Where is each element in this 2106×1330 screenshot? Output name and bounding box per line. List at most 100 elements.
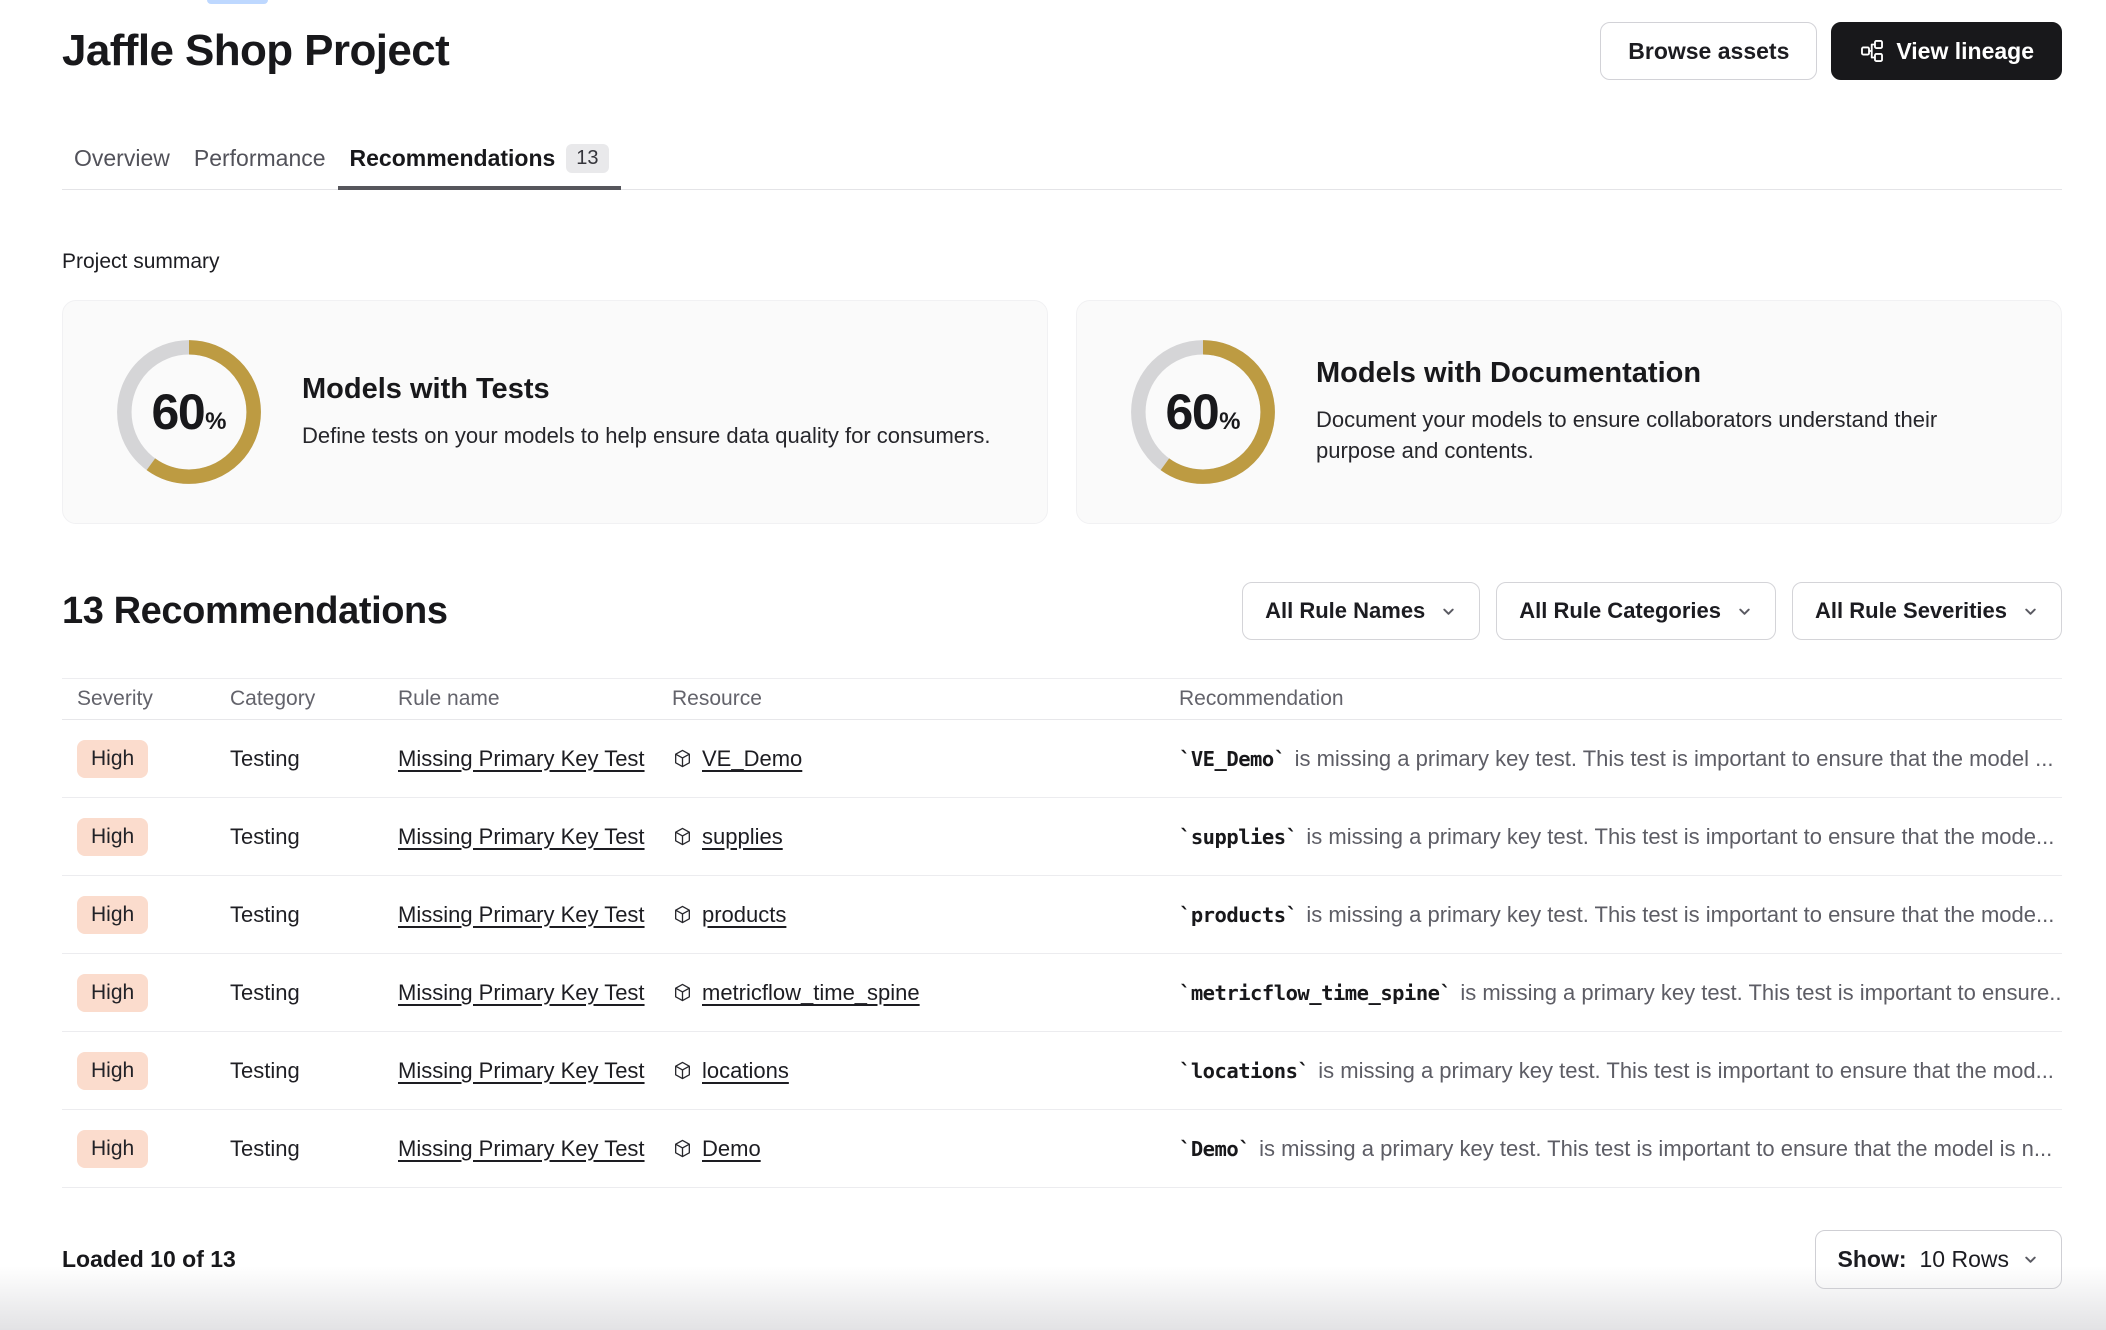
recommendation-cell: `locations` is missing a primary key test… xyxy=(1179,1058,2062,1084)
table-row: High Testing Missing Primary Key Test me… xyxy=(62,954,2062,1032)
severity-badge: High xyxy=(77,1130,148,1168)
chevron-down-icon xyxy=(1440,603,1457,620)
recommendation-text: is missing a primary key test. This test… xyxy=(1460,980,2062,1005)
tests-card-description: Define tests on your models to help ensu… xyxy=(302,421,990,452)
view-lineage-label: View lineage xyxy=(1896,38,2034,65)
tests-percent-suffix: % xyxy=(205,408,226,436)
rule-severities-filter-dropdown[interactable]: All Rule Severities xyxy=(1792,582,2062,640)
tab-performance-label: Performance xyxy=(194,145,326,172)
rule-name-link[interactable]: Missing Primary Key Test xyxy=(398,746,645,771)
model-cube-icon xyxy=(672,982,693,1003)
category-cell: Testing xyxy=(230,824,398,850)
recommendation-text: is missing a primary key test. This test… xyxy=(1295,746,2054,771)
category-cell: Testing xyxy=(230,902,398,928)
tab-overview[interactable]: Overview xyxy=(62,132,182,189)
top-edge-fragment xyxy=(207,0,268,4)
recommendation-cell: `VE_Demo` is missing a primary key test. … xyxy=(1179,746,2062,772)
documentation-percent-suffix: % xyxy=(1219,408,1240,436)
severity-badge: High xyxy=(77,974,148,1012)
rule-names-filter-dropdown[interactable]: All Rule Names xyxy=(1242,582,1480,640)
filter-bar: All Rule Names All Rule Categories All R… xyxy=(1242,582,2062,640)
resource-link[interactable]: supplies xyxy=(702,824,783,850)
recommendations-header: 13 Recommendations All Rule Names All Ru… xyxy=(62,582,2062,640)
recommendation-code: `products` xyxy=(1179,903,1297,927)
rows-per-page-dropdown[interactable]: Show: 10 Rows xyxy=(1815,1230,2062,1289)
recommendation-cell: `metricflow_time_spine` is missing a prim… xyxy=(1179,980,2062,1006)
browse-assets-button[interactable]: Browse assets xyxy=(1600,22,1817,80)
recommendation-code: `locations` xyxy=(1179,1059,1309,1083)
table-row: High Testing Missing Primary Key Test De… xyxy=(62,1110,2062,1188)
resource-link[interactable]: Demo xyxy=(702,1136,761,1162)
project-page: Jaffle Shop Project Browse assets View xyxy=(0,0,2106,1330)
recommendation-text: is missing a primary key test. This test… xyxy=(1318,1058,2054,1083)
table-row: High Testing Missing Primary Key Test pr… xyxy=(62,876,2062,954)
recommendation-cell: `products` is missing a primary key test.… xyxy=(1179,902,2062,928)
rule-names-filter-label: All Rule Names xyxy=(1265,598,1425,624)
documentation-percent-value: 60 xyxy=(1166,383,1219,441)
model-cube-icon xyxy=(672,826,693,847)
rule-severities-filter-label: All Rule Severities xyxy=(1815,598,2007,624)
model-cube-icon xyxy=(672,904,693,925)
severity-badge: High xyxy=(77,740,148,778)
recommendation-code: `supplies` xyxy=(1179,825,1297,849)
severity-badge: High xyxy=(77,1052,148,1090)
column-header-category: Category xyxy=(230,687,398,711)
loaded-status: Loaded 10 of 13 xyxy=(62,1246,236,1273)
recommendations-table: Severity Category Rule name Resource Rec… xyxy=(62,678,2062,1188)
chevron-down-icon xyxy=(2022,603,2039,620)
table-row: High Testing Missing Primary Key Test su… xyxy=(62,798,2062,876)
resource-link[interactable]: VE_Demo xyxy=(702,746,802,772)
tab-performance[interactable]: Performance xyxy=(182,132,338,189)
tab-recommendations-label: Recommendations xyxy=(350,145,556,172)
recommendation-code: `VE_Demo` xyxy=(1179,747,1286,771)
chevron-down-icon xyxy=(1736,603,1753,620)
resource-link[interactable]: products xyxy=(702,902,786,928)
tests-donut-chart: 60 % xyxy=(112,335,266,489)
tab-bar: Overview Performance Recommendations 13 xyxy=(62,132,2062,190)
models-with-tests-card: 60 % Models with Tests Define tests on y… xyxy=(62,300,1048,524)
recommendation-code: `Demo` xyxy=(1179,1137,1250,1161)
rule-name-link[interactable]: Missing Primary Key Test xyxy=(398,980,645,1005)
page-header: Jaffle Shop Project Browse assets View xyxy=(62,0,2062,80)
rule-categories-filter-label: All Rule Categories xyxy=(1519,598,1721,624)
recommendation-text: is missing a primary key test. This test… xyxy=(1259,1136,2052,1161)
lineage-icon xyxy=(1859,38,1885,64)
category-cell: Testing xyxy=(230,980,398,1006)
rule-name-link[interactable]: Missing Primary Key Test xyxy=(398,902,645,927)
documentation-donut-chart: 60 % xyxy=(1126,335,1280,489)
project-summary-label: Project summary xyxy=(62,250,2062,274)
view-lineage-button[interactable]: View lineage xyxy=(1831,22,2062,80)
table-row: High Testing Missing Primary Key Test VE… xyxy=(62,720,2062,798)
models-with-documentation-card: 60 % Models with Documentation Document … xyxy=(1076,300,2062,524)
browse-assets-label: Browse assets xyxy=(1628,38,1789,65)
documentation-card-title: Models with Documentation xyxy=(1316,357,2021,390)
rule-name-link[interactable]: Missing Primary Key Test xyxy=(398,824,645,849)
model-cube-icon xyxy=(672,1060,693,1081)
category-cell: Testing xyxy=(230,746,398,772)
column-header-recommendation: Recommendation xyxy=(1179,687,2062,711)
recommendations-count-badge: 13 xyxy=(566,144,608,173)
column-header-resource: Resource xyxy=(672,687,1179,711)
show-value: 10 Rows xyxy=(1920,1246,2009,1273)
rule-name-link[interactable]: Missing Primary Key Test xyxy=(398,1136,645,1161)
resource-link[interactable]: locations xyxy=(702,1058,789,1084)
recommendation-cell: `Demo` is missing a primary key test. Thi… xyxy=(1179,1136,2062,1162)
recommendation-text: is missing a primary key test. This test… xyxy=(1306,902,2054,927)
resource-link[interactable]: metricflow_time_spine xyxy=(702,980,920,1006)
page-title: Jaffle Shop Project xyxy=(62,22,449,80)
severity-badge: High xyxy=(77,896,148,934)
recommendation-cell: `supplies` is missing a primary key test.… xyxy=(1179,824,2062,850)
tests-percent-value: 60 xyxy=(152,383,205,441)
table-row: High Testing Missing Primary Key Test lo… xyxy=(62,1032,2062,1110)
column-header-rule-name: Rule name xyxy=(398,687,672,711)
header-actions: Browse assets View lineage xyxy=(1600,22,2062,80)
rule-name-link[interactable]: Missing Primary Key Test xyxy=(398,1058,645,1083)
recommendation-code: `metricflow_time_spine` xyxy=(1179,981,1451,1005)
tab-overview-label: Overview xyxy=(74,145,170,172)
model-cube-icon xyxy=(672,748,693,769)
tab-recommendations[interactable]: Recommendations 13 xyxy=(338,132,621,189)
recommendation-text: is missing a primary key test. This test… xyxy=(1306,824,2054,849)
rule-categories-filter-dropdown[interactable]: All Rule Categories xyxy=(1496,582,1776,640)
recommendations-heading: 13 Recommendations xyxy=(62,590,448,633)
category-cell: Testing xyxy=(230,1058,398,1084)
